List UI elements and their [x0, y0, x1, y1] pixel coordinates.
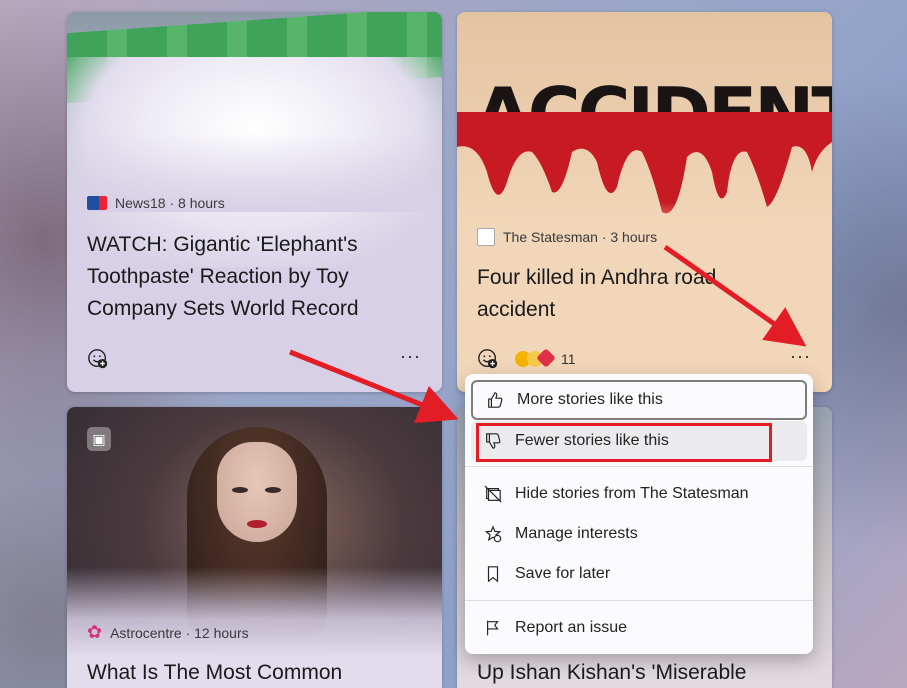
card-title[interactable]: WATCH: Gigantic 'Elephant's Toothpaste' … — [87, 229, 417, 325]
highlight-box — [476, 423, 772, 462]
more-options-button[interactable]: ··· — [400, 346, 421, 367]
source-label: The Statesman · 3 hours — [503, 229, 658, 245]
add-reaction-icon[interactable] — [477, 348, 499, 370]
source-label: Astrocentre · 12 hours — [110, 624, 249, 641]
menu-divider — [465, 600, 813, 601]
news-card-1[interactable]: News18 · 8 hours WATCH: Gigantic 'Elepha… — [67, 12, 442, 392]
card-title[interactable]: What Is The Most Common — [87, 657, 417, 688]
news-card-3[interactable]: ▣ ✿ Astrocentre · 12 hours What Is The M… — [67, 407, 442, 688]
statesman-logo-icon — [477, 228, 495, 246]
card-image: ACCIDENT — [457, 12, 832, 232]
add-reaction-icon[interactable] — [87, 348, 109, 370]
menu-item-label: Save for later — [515, 565, 611, 582]
card-source: The Statesman · 3 hours — [477, 228, 657, 246]
menu-item-label: Manage interests — [515, 525, 638, 542]
report-issue-item[interactable]: Report an issue — [471, 608, 807, 648]
flag-icon — [483, 618, 503, 638]
reaction-count: 11 — [561, 351, 576, 367]
more-options-button[interactable]: ··· — [790, 346, 811, 367]
card-footer: 11 — [477, 348, 576, 370]
card-title[interactable]: Four killed in Andhra road accident — [477, 262, 797, 326]
card-title[interactable]: Up Ishan Kishan's 'Miserable — [477, 657, 817, 688]
news18-logo-icon — [87, 196, 107, 210]
hide-stories-item[interactable]: Hide stories from The Statesman — [471, 474, 807, 514]
hide-icon — [483, 484, 503, 504]
reaction-emojis[interactable] — [515, 348, 556, 368]
menu-divider — [465, 466, 813, 467]
gallery-icon: ▣ — [87, 427, 111, 451]
card-footer — [87, 348, 109, 370]
save-for-later-item[interactable]: Save for later — [471, 554, 807, 594]
source-label: News18 · 8 hours — [115, 195, 225, 211]
menu-item-label: More stories like this — [517, 391, 663, 408]
manage-interests-item[interactable]: Manage interests — [471, 514, 807, 554]
bookmark-icon — [483, 564, 503, 584]
astrocentre-logo-icon: ✿ — [87, 622, 103, 642]
menu-item-label: Report an issue — [515, 619, 628, 636]
news-card-2[interactable]: ACCIDENT The Statesman · 3 hours Four ki… — [457, 12, 832, 392]
card-source: News18 · 8 hours — [87, 195, 225, 211]
more-stories-like-this-item[interactable]: More stories like this — [471, 380, 807, 420]
gear-star-icon — [483, 524, 503, 544]
story-context-menu: More stories like this Fewer stories lik… — [465, 374, 813, 654]
card-source: ✿ Astrocentre · 12 hours — [87, 622, 249, 643]
thumbs-up-icon — [485, 390, 505, 410]
menu-item-label: Hide stories from The Statesman — [515, 485, 749, 502]
